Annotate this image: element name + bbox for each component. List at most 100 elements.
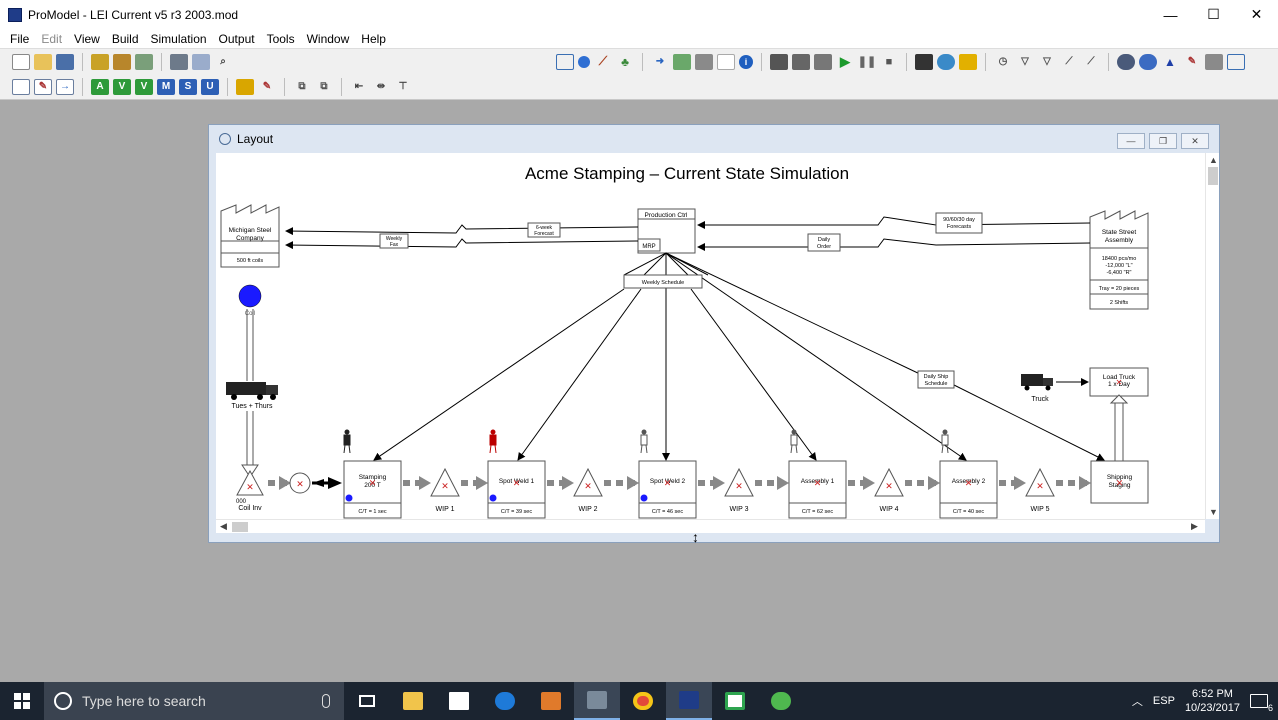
media-button[interactable] (528, 682, 574, 720)
process-box-1[interactable]: Stamping 200 T✕C/T = 1 sec (343, 460, 402, 519)
chart-icon[interactable]: ⟋ (1082, 54, 1100, 70)
filter-b-icon[interactable]: ▽ (1038, 54, 1056, 70)
wip-1-icon[interactable]: ✕ (430, 467, 460, 497)
process-box-3[interactable]: Spot Weld 2✕C/T = 46 sec (638, 460, 697, 519)
wip-2-icon[interactable]: ✕ (573, 467, 603, 497)
promodel-app-button[interactable] (666, 682, 712, 720)
clock[interactable]: 6:52 PM 10/23/2017 (1185, 687, 1240, 715)
toolbar-v2-icon[interactable]: V (135, 78, 153, 95)
process-box-4[interactable]: Assembly 1✕C/T = 62 sec (788, 460, 847, 519)
edge-button[interactable] (482, 682, 528, 720)
cylinder-yellow-icon[interactable] (236, 78, 254, 95)
horizontal-scrollbar[interactable]: ◀ ▶ (216, 519, 1205, 533)
model-icon[interactable] (135, 53, 153, 70)
file-explorer-button[interactable] (390, 682, 436, 720)
processing-icon[interactable] (673, 53, 691, 70)
operator-icon[interactable] (489, 429, 497, 454)
output-icon[interactable] (915, 53, 933, 70)
open-folder-icon[interactable] (34, 53, 52, 70)
edit-icon[interactable]: ✎ (1183, 54, 1201, 70)
forecast-90-box[interactable] (935, 212, 983, 234)
menu-simulation[interactable]: Simulation (145, 32, 213, 46)
minimize-button[interactable]: — (1149, 0, 1192, 29)
arrival-icon[interactable]: ➜ (651, 54, 669, 70)
menu-window[interactable]: Window (301, 32, 356, 46)
network-icon[interactable] (1139, 53, 1157, 70)
align-top-icon[interactable]: ⊤ (394, 79, 412, 95)
process-box-6[interactable]: Shipping Staging✕ (1090, 460, 1149, 504)
print-icon[interactable] (170, 53, 188, 70)
operator-icon[interactable] (640, 429, 648, 454)
cylinder-icon[interactable] (1205, 53, 1223, 70)
menu-tools[interactable]: Tools (261, 32, 301, 46)
operator-icon[interactable] (790, 429, 798, 454)
toolbar-m-icon[interactable]: M (157, 78, 175, 95)
table-icon[interactable] (717, 53, 735, 70)
circle-tool-icon[interactable] (578, 55, 590, 68)
menu-file[interactable]: File (4, 32, 35, 46)
other-app-button[interactable] (758, 682, 804, 720)
scroll-up-arrow-icon[interactable]: ▲ (1209, 155, 1218, 165)
maximize-button[interactable]: ☐ (1192, 0, 1235, 29)
operator-icon[interactable] (941, 429, 949, 454)
run-settings-icon[interactable] (814, 53, 832, 70)
vertical-scroll-thumb[interactable] (1208, 167, 1218, 185)
menu-output[interactable]: Output (213, 32, 261, 46)
supplier-truck-icon[interactable] (226, 382, 278, 400)
rectangle-tool-icon[interactable] (556, 53, 574, 70)
toolbar-u-icon[interactable]: U (201, 78, 219, 95)
close-button[interactable]: ✕ (1235, 0, 1278, 29)
layout-restore-button[interactable]: ❐ (1149, 133, 1177, 149)
globe-icon[interactable] (937, 53, 955, 70)
clock-icon[interactable]: ◷ (994, 54, 1012, 70)
menu-view[interactable]: View (68, 32, 106, 46)
scroll-down-arrow-icon[interactable]: ▼ (1209, 507, 1218, 517)
horizontal-scroll-thumb[interactable] (232, 522, 248, 532)
wip-3-icon[interactable]: ✕ (724, 467, 754, 497)
task-view-button[interactable] (344, 682, 390, 720)
filter-a-icon[interactable]: ▽ (1016, 54, 1034, 70)
resource-tool-icon[interactable]: ♣ (616, 54, 634, 70)
zoom-icon[interactable]: ⌕ (214, 54, 232, 70)
microphone-icon[interactable] (322, 694, 330, 708)
layout-minimize-button[interactable]: — (1117, 133, 1145, 149)
triangle-icon[interactable]: ▲ (1161, 54, 1179, 70)
notifications-icon[interactable]: 6 (1250, 694, 1273, 713)
scenario-icon[interactable] (792, 53, 810, 70)
process-box-5[interactable]: Assembly 2✕C/T = 40 sec (939, 460, 998, 519)
pause-icon[interactable]: ❚❚ (858, 54, 876, 70)
coil-inventory-icon[interactable]: ✕ (236, 469, 264, 496)
toolbar-a-icon[interactable]: A (91, 78, 109, 95)
promodel-taskbar-button[interactable] (574, 682, 620, 720)
chrome-button[interactable] (620, 682, 666, 720)
tray-chevron-icon[interactable]: ︿ (1132, 693, 1143, 709)
copy-icon[interactable]: ⧉ (315, 79, 333, 95)
align-left-icon[interactable]: ⇤ (350, 79, 368, 95)
camtasia-button[interactable] (712, 682, 758, 720)
print-preview-icon[interactable] (192, 53, 210, 70)
layout-close-button[interactable]: ✕ (1181, 133, 1209, 149)
animation-icon[interactable] (959, 53, 977, 70)
merge-icon[interactable] (91, 53, 109, 70)
resource-icon[interactable] (1117, 53, 1135, 70)
coil-icon[interactable] (238, 284, 262, 308)
menu-edit[interactable]: Edit (35, 32, 68, 46)
toolbar-s-icon[interactable]: S (179, 78, 197, 95)
start-button[interactable] (0, 682, 44, 720)
window-icon[interactable] (1227, 53, 1245, 70)
toolbar-v1-icon[interactable]: V (113, 78, 131, 95)
process-box-2[interactable]: Spot Weld 1✕C/T = 39 sec (487, 460, 546, 519)
scroll-right-arrow-icon[interactable]: ▶ (1191, 521, 1198, 532)
operator-icon[interactable] (343, 429, 351, 454)
options-icon[interactable] (770, 53, 788, 70)
store-button[interactable] (436, 682, 482, 720)
wip-5-icon[interactable]: ✕ (1025, 467, 1055, 497)
info-icon[interactable]: i (739, 54, 753, 69)
scroll-left-arrow-icon[interactable]: ◀ (220, 521, 227, 532)
routing-icon[interactable] (695, 53, 713, 70)
wip-4-icon[interactable]: ✕ (874, 467, 904, 497)
package-icon[interactable] (113, 53, 131, 70)
layout-canvas[interactable]: Acme Stamping – Current State Simulation… (216, 153, 1205, 519)
path-tool-icon[interactable]: ⟋ (594, 54, 612, 70)
vertical-scrollbar[interactable]: ▲ ▼ (1205, 153, 1219, 519)
